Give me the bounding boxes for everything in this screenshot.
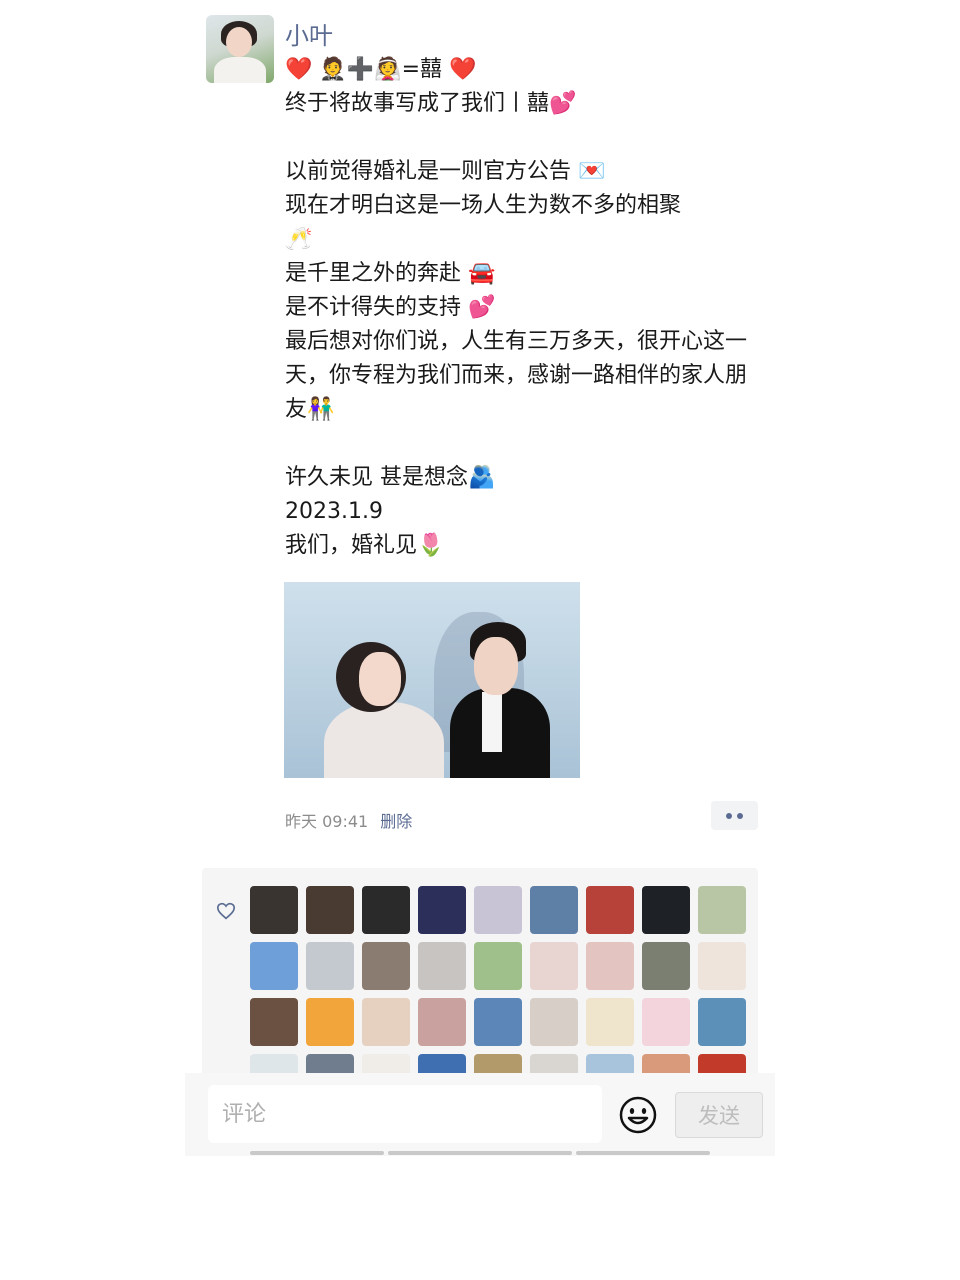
liker-avatar[interactable]	[250, 998, 298, 1046]
send-button[interactable]: 发送	[675, 1092, 763, 1138]
liker-avatar[interactable]	[530, 886, 578, 934]
liker-avatar[interactable]	[474, 998, 522, 1046]
liker-avatar[interactable]	[698, 998, 746, 1046]
liker-avatar-grid	[250, 886, 746, 1078]
liker-avatar[interactable]	[362, 886, 410, 934]
liker-avatar[interactable]	[250, 886, 298, 934]
post-photo[interactable]	[284, 582, 580, 778]
liker-avatar[interactable]	[362, 942, 410, 990]
liker-avatar[interactable]	[642, 998, 690, 1046]
comment-bar: 发送	[185, 1073, 775, 1156]
liker-avatar[interactable]	[698, 942, 746, 990]
liker-avatar[interactable]	[586, 998, 634, 1046]
comment-input[interactable]	[208, 1085, 602, 1143]
liker-avatar[interactable]	[586, 942, 634, 990]
delete-link[interactable]: 删除	[380, 812, 412, 831]
scroll-indicator-3	[576, 1151, 710, 1155]
liker-avatar[interactable]	[362, 998, 410, 1046]
post-meta: 昨天 09:41 删除	[285, 808, 412, 832]
more-actions-button[interactable]	[711, 801, 758, 830]
liker-avatar[interactable]	[530, 942, 578, 990]
liker-avatar[interactable]	[642, 942, 690, 990]
liker-avatar[interactable]	[474, 886, 522, 934]
heart-outline-icon	[216, 902, 236, 920]
liker-avatar[interactable]	[306, 942, 354, 990]
liker-avatar[interactable]	[250, 942, 298, 990]
emoji-face-icon[interactable]	[618, 1095, 658, 1135]
scroll-indicator-1	[250, 1151, 384, 1155]
post-text: ❤️ 🤵➕👰=囍 ❤️ 终于将故事写成了我们丨囍💕 以前觉得婚礼是一则官方公告 …	[285, 57, 748, 558]
author-avatar[interactable]	[206, 15, 274, 83]
liker-avatar[interactable]	[306, 886, 354, 934]
post-time: 昨天 09:41	[285, 812, 369, 831]
liker-avatar[interactable]	[418, 998, 466, 1046]
liker-avatar[interactable]	[306, 998, 354, 1046]
liker-avatar[interactable]	[642, 886, 690, 934]
liker-avatar[interactable]	[530, 998, 578, 1046]
author-name[interactable]: 小叶	[285, 16, 333, 51]
liker-avatar[interactable]	[586, 886, 634, 934]
liker-avatar[interactable]	[474, 942, 522, 990]
scroll-indicator-2	[388, 1151, 572, 1155]
liker-avatar[interactable]	[418, 886, 466, 934]
likes-panel	[202, 868, 758, 1078]
liker-avatar[interactable]	[418, 942, 466, 990]
liker-avatar[interactable]	[698, 886, 746, 934]
